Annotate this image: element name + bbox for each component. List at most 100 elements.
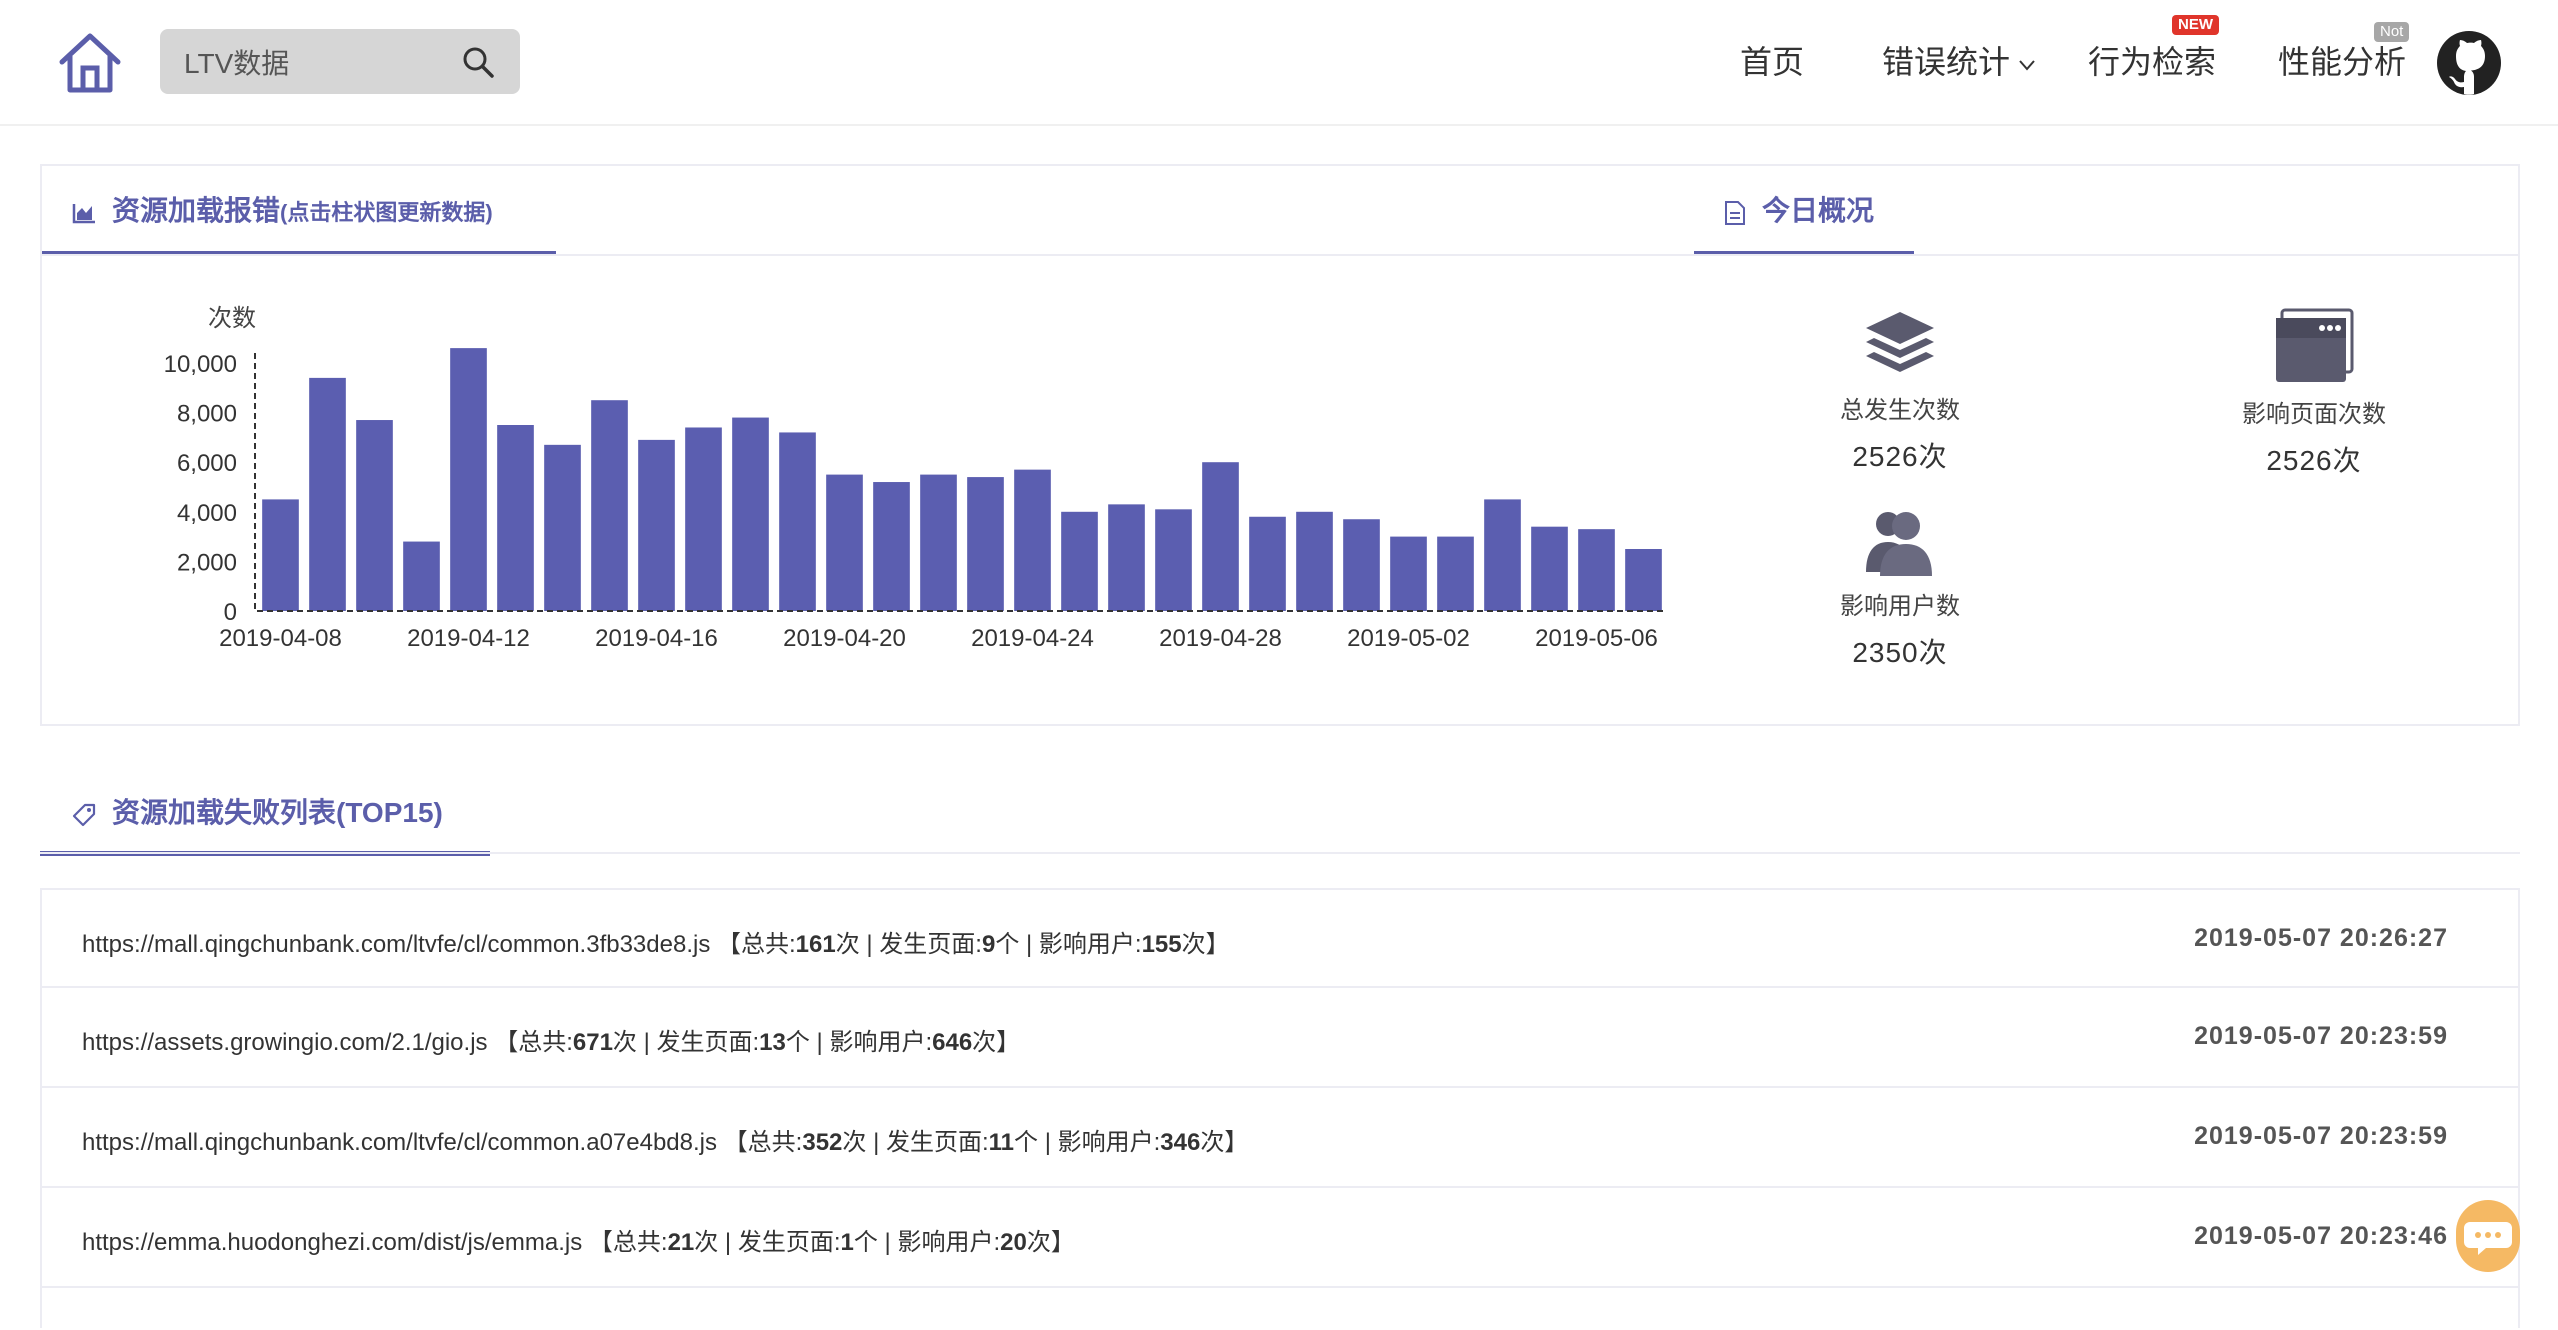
stat-affected-users: 影响用户数 2350次 (1770, 506, 2030, 671)
bar-2019-04-23 (967, 477, 1004, 611)
resource-summary: https://mall.qingchunbank.com/ltvfe/cl/c… (82, 1122, 1248, 1157)
resource-summary: https://assets.growingio.com/2.1/gio.js … (82, 1022, 1020, 1057)
label-open: 【总共: (487, 1029, 573, 1056)
page-count: 11 (988, 1129, 1015, 1156)
label-close: 次】 (1181, 931, 1230, 958)
area-chart-icon (72, 203, 95, 223)
page-count: 1 (840, 1229, 854, 1256)
x-tick-label: 2019-04-12 (407, 625, 530, 652)
total-count: 21 (667, 1229, 695, 1256)
stat-users-value: 2350次 (1852, 637, 1948, 668)
chevron-down-icon (2019, 59, 2035, 71)
bar-2019-05-06 (1578, 529, 1615, 611)
bar-2019-05-07 (1625, 549, 1662, 611)
browser-window-icon (2276, 308, 2354, 382)
bar-2019-04-18 (732, 417, 769, 611)
label-users: | 影响用户: (1038, 1129, 1161, 1156)
layers-icon (1866, 312, 1934, 372)
user-count: 155 (1141, 931, 1182, 958)
list-item[interactable]: https://assets.growingio.com/2.1/gio.js … (40, 988, 2520, 1088)
list-item[interactable]: https://mall.qingchunbank.com/ltvfe/cl/c… (40, 888, 2520, 988)
stat-affected-pages: 影响页面次数 2526次 (2184, 306, 2444, 479)
home-icon[interactable] (56, 30, 124, 96)
y-tick-label: 10,000 (164, 351, 237, 378)
total-count: 671 (572, 1029, 613, 1056)
github-icon[interactable] (2436, 30, 2502, 96)
page-count: 13 (759, 1029, 786, 1056)
search-input[interactable] (182, 29, 442, 94)
bar-2019-05-05 (1531, 526, 1568, 611)
user-count: 646 (932, 1029, 973, 1056)
label-pages-unit: 个 (995, 931, 1020, 958)
resource-url: https://mall.qingchunbank.com/ltvfe/cl/c… (82, 931, 711, 958)
bar-2019-04-24 (1014, 469, 1051, 611)
x-tick-label: 2019-04-20 (783, 625, 906, 652)
label-users: | 影响用户: (1019, 931, 1142, 958)
panel-divider (42, 254, 2518, 256)
resource-summary: https://emma.huodonghezi.com/dist/js/emm… (82, 1222, 1075, 1257)
nav-error-stats[interactable]: 错误统计 (1882, 37, 2036, 87)
bar-2019-04-12 (450, 348, 487, 611)
stat-total-count: 总发生次数 2526次 (1770, 306, 2030, 475)
label-pages: | 发生页面: (866, 1129, 989, 1156)
label-close: 次】 (1200, 1129, 1249, 1156)
bar-2019-05-02 (1390, 536, 1427, 611)
y-axis-label: 次数 (208, 305, 256, 332)
bar-2019-04-13 (497, 425, 534, 611)
chat-icon (2464, 1222, 2512, 1255)
label-count-unit: 次 (835, 931, 860, 958)
x-tick-label: 2019-05-06 (1535, 625, 1658, 652)
label-pages: | 发生页面: (859, 931, 982, 958)
nav-behavior-search[interactable]: 行为检索 (2088, 37, 2216, 87)
chat-button[interactable] (2456, 1200, 2520, 1272)
document-icon (1725, 200, 1745, 225)
label-count-unit: 次 (842, 1129, 867, 1156)
label-users: | 影响用户: (877, 1229, 1001, 1256)
new-badge: NEW (2172, 15, 2219, 35)
resource-summary: https://mall.qingchunbank.com/ltvfe/cl/c… (82, 924, 1230, 959)
label-users: | 影响用户: (809, 1029, 933, 1056)
nav-home[interactable]: 首页 (1740, 37, 1804, 87)
bar-2019-05-03 (1437, 536, 1474, 611)
list-item[interactable]: https://emma.huodonghezi.com/dist/js/emm… (40, 1188, 2520, 1288)
bar-2019-04-14 (544, 444, 581, 611)
resource-url: https://emma.huodonghezi.com/dist/js/emm… (82, 1229, 583, 1256)
label-open: 【总共: (717, 1129, 803, 1156)
timestamp: 2019-05-07 20:26:27 (2194, 924, 2448, 952)
bar-2019-05-01 (1343, 519, 1380, 611)
label-pages-unit: 个 (785, 1029, 810, 1056)
nav-error-stats-label: 错误统计 (1882, 44, 2011, 80)
stat-total-label: 总发生次数 (1840, 397, 1960, 424)
x-tick-label: 2019-04-24 (971, 625, 1094, 652)
y-tick-label: 2,000 (177, 549, 237, 576)
resource-url: https://assets.growingio.com/2.1/gio.js (82, 1029, 488, 1056)
bar-2019-04-16 (638, 439, 675, 611)
bar-2019-04-11 (403, 541, 440, 611)
bar-2019-04-27 (1155, 509, 1192, 611)
label-count-unit: 次 (612, 1029, 637, 1056)
x-tick-label: 2019-04-28 (1159, 625, 1282, 652)
label-close: 次】 (1026, 1229, 1075, 1256)
search-icon[interactable] (460, 44, 496, 80)
y-tick-label: 0 (224, 599, 237, 626)
tab-today-overview[interactable]: 今日概况 (1694, 166, 1914, 256)
bar-2019-04-17 (685, 427, 722, 611)
x-tick-label: 2019-04-16 (595, 625, 718, 652)
list-item[interactable]: https://mall.qingchunbank.com/ltvfe/cl/c… (40, 1088, 2520, 1188)
bar-2019-04-21 (873, 482, 910, 611)
tab-failed-resources[interactable]: 资源加载失败列表(TOP15) (40, 780, 490, 856)
user-count: 20 (1000, 1229, 1027, 1256)
bar-2019-04-25 (1061, 511, 1098, 611)
y-tick-label: 8,000 (177, 401, 237, 428)
resource-error-panel: 资源加载报错(点击柱状图更新数据) 今日概况 次数 0 2,000 4,000 6,00… (40, 164, 2520, 726)
label-count-unit: 次 (694, 1229, 719, 1256)
bar-2019-04-08 (262, 499, 299, 611)
search-box (160, 29, 520, 94)
x-tick-label: 2019-04-08 (219, 625, 342, 652)
list-item-partial[interactable] (40, 1288, 2520, 1328)
nav-performance[interactable]: 性能分析 (2278, 37, 2406, 87)
tab-resource-errors[interactable]: 资源加载报错(点击柱状图更新数据) (42, 166, 556, 256)
bar-2019-04-10 (356, 420, 393, 611)
bar-2019-04-19 (779, 432, 816, 611)
y-tick-label: 4,000 (177, 500, 237, 527)
